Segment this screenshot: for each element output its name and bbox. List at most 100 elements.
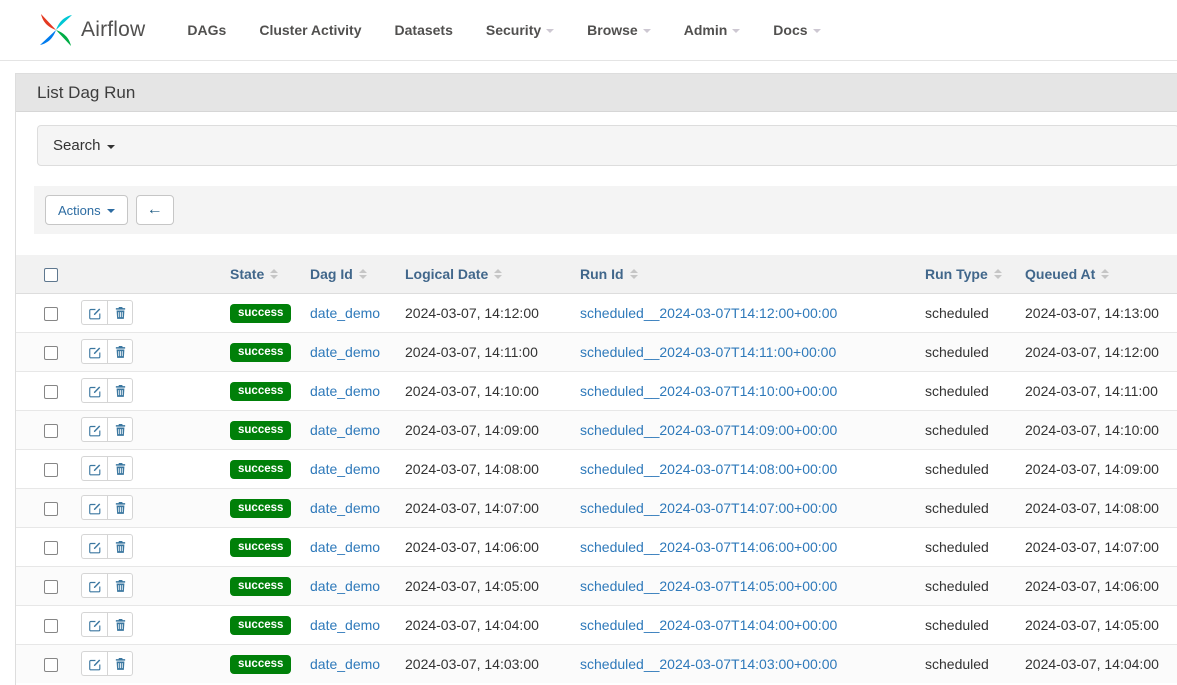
- nav-item-cluster-activity[interactable]: Cluster Activity: [259, 22, 361, 38]
- edit-pencil-icon: [88, 501, 102, 515]
- delete-button[interactable]: [107, 534, 133, 559]
- row-checkbox[interactable]: [44, 385, 58, 399]
- run-id-link[interactable]: scheduled__2024-03-07T14:06:00+00:00: [580, 539, 837, 555]
- nav-item-admin[interactable]: Admin: [684, 22, 741, 38]
- nav-item-datasets[interactable]: Datasets: [395, 22, 453, 38]
- edit-button[interactable]: [81, 300, 107, 325]
- logical-date-cell: 2024-03-07, 14:11:00: [401, 332, 576, 371]
- sort-icon: [359, 269, 367, 279]
- row-checkbox[interactable]: [44, 502, 58, 516]
- column-header-queued-at[interactable]: Queued At: [1025, 266, 1109, 282]
- trash-icon: [114, 501, 127, 515]
- back-button[interactable]: ←: [136, 195, 174, 225]
- actions-dropdown-button[interactable]: Actions: [45, 195, 128, 225]
- trash-icon: [114, 462, 127, 476]
- delete-button[interactable]: [107, 573, 133, 598]
- run-id-link[interactable]: scheduled__2024-03-07T14:08:00+00:00: [580, 461, 837, 477]
- airflow-logo[interactable]: Airflow: [36, 10, 145, 50]
- column-header-dag-id[interactable]: Dag Id: [310, 266, 367, 282]
- dag-id-link[interactable]: date_demo: [310, 617, 380, 633]
- column-header-run-id[interactable]: Run Id: [580, 266, 638, 282]
- row-checkbox[interactable]: [44, 580, 58, 594]
- edit-button[interactable]: [81, 651, 107, 676]
- table-row: success date_demo 2024-03-07, 14:05:00 s…: [16, 566, 1177, 605]
- edit-button[interactable]: [81, 495, 107, 520]
- row-checkbox[interactable]: [44, 424, 58, 438]
- logical-date-cell: 2024-03-07, 14:12:00: [401, 293, 576, 332]
- logical-date-cell: 2024-03-07, 14:03:00: [401, 644, 576, 683]
- sort-icon: [494, 269, 502, 279]
- row-action-buttons: [81, 339, 133, 364]
- delete-button[interactable]: [107, 612, 133, 637]
- edit-button[interactable]: [81, 612, 107, 637]
- edit-button[interactable]: [81, 534, 107, 559]
- nav-item-dags[interactable]: DAGs: [187, 22, 226, 38]
- run-type-cell: scheduled: [921, 449, 1021, 488]
- search-accordion-toggle[interactable]: Search: [37, 125, 1177, 166]
- dag-id-link[interactable]: date_demo: [310, 578, 380, 594]
- table-header-row: State Dag Id Logical Date Run Id Run Typ…: [16, 255, 1177, 293]
- delete-button[interactable]: [107, 651, 133, 676]
- column-header-logical-date[interactable]: Logical Date: [405, 266, 502, 282]
- dag-id-link[interactable]: date_demo: [310, 344, 380, 360]
- row-checkbox[interactable]: [44, 658, 58, 672]
- delete-button[interactable]: [107, 300, 133, 325]
- run-id-link[interactable]: scheduled__2024-03-07T14:04:00+00:00: [580, 617, 837, 633]
- state-badge: success: [230, 577, 291, 596]
- run-id-link[interactable]: scheduled__2024-03-07T14:05:00+00:00: [580, 578, 837, 594]
- row-checkbox[interactable]: [44, 463, 58, 477]
- select-all-checkbox[interactable]: [44, 268, 58, 282]
- nav-item-browse[interactable]: Browse: [587, 22, 651, 38]
- logical-date-cell: 2024-03-07, 14:08:00: [401, 449, 576, 488]
- dag-id-link[interactable]: date_demo: [310, 305, 380, 321]
- row-action-buttons: [81, 417, 133, 442]
- edit-button[interactable]: [81, 417, 107, 442]
- run-type-cell: scheduled: [921, 371, 1021, 410]
- run-id-link[interactable]: scheduled__2024-03-07T14:09:00+00:00: [580, 422, 837, 438]
- edit-button[interactable]: [81, 456, 107, 481]
- dag-id-link[interactable]: date_demo: [310, 500, 380, 516]
- run-id-link[interactable]: scheduled__2024-03-07T14:12:00+00:00: [580, 305, 837, 321]
- trash-icon: [114, 306, 127, 320]
- list-dag-run-panel: List Dag Run Search Actions ← State Dag …: [15, 73, 1177, 685]
- dag-id-link[interactable]: date_demo: [310, 383, 380, 399]
- dag-id-link[interactable]: date_demo: [310, 656, 380, 672]
- chevron-down-icon: [107, 209, 115, 213]
- edit-button[interactable]: [81, 378, 107, 403]
- logical-date-cell: 2024-03-07, 14:05:00: [401, 566, 576, 605]
- row-action-buttons: [81, 612, 133, 637]
- state-badge: success: [230, 304, 291, 323]
- column-header-run-type[interactable]: Run Type: [925, 266, 1002, 282]
- run-id-link[interactable]: scheduled__2024-03-07T14:10:00+00:00: [580, 383, 837, 399]
- dag-id-link[interactable]: date_demo: [310, 422, 380, 438]
- row-checkbox[interactable]: [44, 346, 58, 360]
- queued-at-cell: 2024-03-07, 14:05:00: [1021, 605, 1177, 644]
- edit-button[interactable]: [81, 573, 107, 598]
- table-row: success date_demo 2024-03-07, 14:03:00 s…: [16, 644, 1177, 683]
- delete-button[interactable]: [107, 339, 133, 364]
- table-row: success date_demo 2024-03-07, 14:07:00 s…: [16, 488, 1177, 527]
- state-badge: success: [230, 616, 291, 635]
- row-checkbox[interactable]: [44, 307, 58, 321]
- edit-pencil-icon: [88, 384, 102, 398]
- run-id-link[interactable]: scheduled__2024-03-07T14:11:00+00:00: [580, 344, 836, 360]
- nav-item-docs[interactable]: Docs: [773, 22, 820, 38]
- dag-id-link[interactable]: date_demo: [310, 539, 380, 555]
- run-id-link[interactable]: scheduled__2024-03-07T14:07:00+00:00: [580, 500, 837, 516]
- edit-button[interactable]: [81, 339, 107, 364]
- delete-button[interactable]: [107, 495, 133, 520]
- nav-item-security[interactable]: Security: [486, 22, 554, 38]
- delete-button[interactable]: [107, 417, 133, 442]
- run-id-link[interactable]: scheduled__2024-03-07T14:03:00+00:00: [580, 656, 837, 672]
- state-badge: success: [230, 460, 291, 479]
- queued-at-cell: 2024-03-07, 14:07:00: [1021, 527, 1177, 566]
- row-checkbox[interactable]: [44, 541, 58, 555]
- actions-toolbar: Actions ←: [34, 186, 1177, 234]
- dag-id-link[interactable]: date_demo: [310, 461, 380, 477]
- row-checkbox[interactable]: [44, 619, 58, 633]
- delete-button[interactable]: [107, 378, 133, 403]
- queued-at-cell: 2024-03-07, 14:08:00: [1021, 488, 1177, 527]
- delete-button[interactable]: [107, 456, 133, 481]
- logical-date-cell: 2024-03-07, 14:04:00: [401, 605, 576, 644]
- column-header-state[interactable]: State: [230, 266, 278, 282]
